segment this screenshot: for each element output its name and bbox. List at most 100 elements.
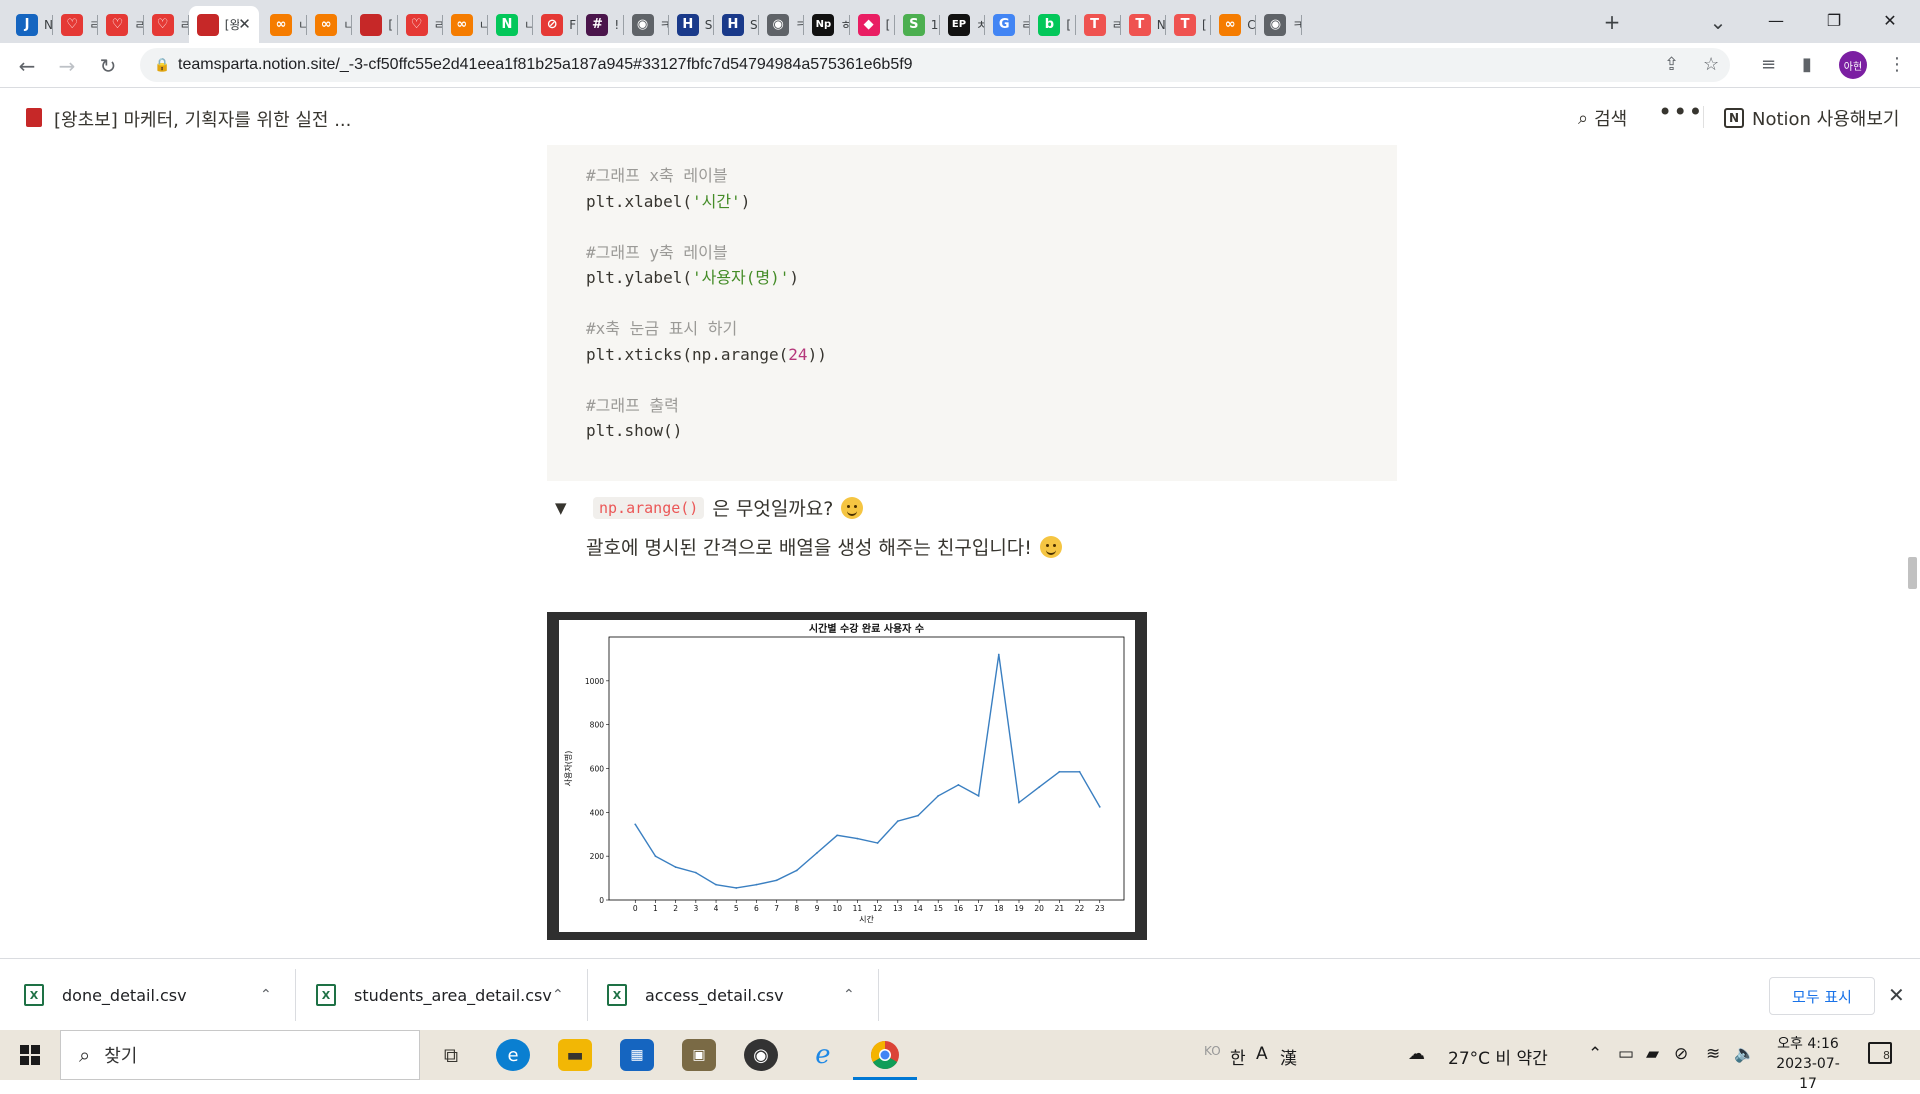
browser-tab[interactable]: TN bbox=[1121, 6, 1166, 43]
data-point bbox=[836, 834, 839, 837]
browser-tab[interactable]: ∞ ㄴ bbox=[443, 6, 488, 43]
browser-tab[interactable]: HS bbox=[714, 6, 760, 43]
download-item[interactable]: Xstudents_area_detail.csv ⌃ bbox=[316, 959, 586, 1031]
code-comment: #그래프 출력 bbox=[586, 395, 679, 415]
close-tab-icon[interactable]: ✕ bbox=[238, 15, 251, 33]
browser-menu-icon[interactable]: ⋮ bbox=[1888, 54, 1906, 75]
chrome-icon[interactable] bbox=[853, 1039, 917, 1080]
t-circle-icon: T bbox=[1128, 13, 1151, 36]
browser-tab[interactable]: ∞ ㄴ bbox=[262, 6, 308, 43]
browser-tab[interactable]: HS bbox=[669, 6, 714, 43]
minimize-window-icon[interactable]: — bbox=[1748, 0, 1804, 40]
sync-icon[interactable]: ⊘ bbox=[1674, 1044, 1688, 1064]
internet-explorer-icon[interactable]: ℯ bbox=[806, 1039, 840, 1071]
ime-lang[interactable]: KO bbox=[1204, 1044, 1221, 1058]
tab-search-chevron-icon[interactable]: ⌄ bbox=[1704, 8, 1732, 36]
browser-tab[interactable]: EP ㅊ bbox=[940, 6, 986, 43]
browser-tab[interactable]: ⊘ F bbox=[533, 6, 579, 43]
x-tick-label: 19 bbox=[1014, 904, 1024, 913]
excel-file-icon: X bbox=[316, 984, 336, 1006]
weather-icon[interactable]: ☁ bbox=[1408, 1044, 1425, 1064]
browser-tab[interactable]: ◉ ㅋ bbox=[759, 6, 805, 43]
excel-file-icon: X bbox=[607, 984, 627, 1006]
app-icon[interactable]: ▣ bbox=[682, 1039, 716, 1071]
reload-button[interactable]: ↻ bbox=[93, 51, 123, 81]
download-item[interactable]: Xdone_detail.csv ⌃ bbox=[24, 959, 294, 1031]
code-comment: #그래프 x축 레이블 bbox=[586, 166, 728, 185]
side-panel-icon[interactable]: ▮ bbox=[1802, 54, 1812, 75]
browser-tab[interactable]: ♡ ㄹ bbox=[98, 6, 144, 43]
download-item[interactable]: Xaccess_detail.csv ⌃ bbox=[607, 959, 877, 1031]
show-all-downloads-button[interactable]: 모두 표시 bbox=[1769, 977, 1875, 1015]
system-clock[interactable]: 오후 4:16 2023-07-17 bbox=[1768, 1034, 1848, 1094]
task-view-icon[interactable]: ⧉ bbox=[434, 1039, 468, 1071]
browser-tab[interactable]: Nㄴ bbox=[488, 6, 534, 43]
chart-background bbox=[559, 620, 1135, 932]
notification-center-icon[interactable]: 8 bbox=[1868, 1042, 1892, 1064]
edge-icon[interactable]: e bbox=[496, 1039, 530, 1071]
taskbar-search-box[interactable]: ⌕ 찾기 bbox=[60, 1030, 420, 1080]
notion-book-icon bbox=[196, 13, 219, 36]
browser-tab[interactable]: S1 bbox=[895, 6, 940, 43]
page-breadcrumb[interactable]: [왕초보] 마케터, 기획자를 위한 실전 ... bbox=[54, 106, 351, 132]
chevron-up-icon[interactable]: ⌃ bbox=[843, 987, 855, 1003]
code-block[interactable]: #그래프 x축 레이블 plt.xlabel('시간') #그래프 y축 레이블 pl… bbox=[547, 145, 1397, 481]
code-string: '사용자(명)' bbox=[691, 268, 790, 287]
try-notion-button[interactable]: N Notion 사용해보기 bbox=[1724, 105, 1899, 131]
store-icon[interactable]: ▦ bbox=[620, 1039, 654, 1071]
data-point bbox=[856, 837, 859, 840]
browser-tab[interactable]: Gㄹ bbox=[985, 6, 1031, 43]
infinity-icon: ∞ bbox=[1219, 13, 1242, 36]
blog-icon: b bbox=[1038, 13, 1061, 36]
browser-tab[interactable]: JN bbox=[8, 6, 54, 43]
search-button[interactable]: ⌕ 검색 bbox=[1578, 105, 1627, 131]
browser-tab[interactable]: ∞ C bbox=[1211, 6, 1257, 43]
browser-tab[interactable]: [ bbox=[352, 6, 398, 43]
browser-tab[interactable]: ◉ ㅋ bbox=[1256, 6, 1302, 43]
ime-hanja[interactable]: 漢 bbox=[1280, 1044, 1297, 1069]
toggle-triangle-icon[interactable]: ▼ bbox=[555, 499, 583, 517]
browser-tab[interactable]: Tㄹ bbox=[1076, 6, 1121, 43]
browser-tab[interactable]: ∞ ㄴ bbox=[307, 6, 353, 43]
close-downloads-icon[interactable]: ✕ bbox=[1888, 983, 1905, 1007]
restore-window-icon[interactable]: ❐ bbox=[1806, 0, 1862, 40]
battery-icon[interactable]: ▰ bbox=[1646, 1044, 1659, 1064]
new-tab-icon[interactable]: + bbox=[1598, 8, 1626, 36]
weather-text[interactable]: 27°C 비 약간 bbox=[1448, 1044, 1548, 1069]
reading-list-icon[interactable]: ≡ bbox=[1761, 54, 1776, 75]
back-button[interactable]: ← bbox=[12, 51, 42, 81]
browser-tab[interactable]: Np ㅎ bbox=[804, 6, 850, 43]
browser-tab[interactable]: [왕 ✕ bbox=[188, 6, 259, 43]
volume-icon[interactable]: 🔈 bbox=[1734, 1044, 1755, 1064]
file-explorer-icon[interactable]: ▬ bbox=[558, 1039, 592, 1071]
chevron-up-icon[interactable]: ⌃ bbox=[1588, 1044, 1602, 1064]
chevron-up-icon[interactable]: ⌃ bbox=[552, 987, 564, 1003]
browser-tab[interactable]: ◆[ bbox=[850, 6, 895, 43]
ime-a[interactable]: A bbox=[1256, 1044, 1268, 1064]
browser-tab[interactable]: T[ bbox=[1166, 6, 1212, 43]
browser-tab[interactable]: ♡ ㄹ bbox=[398, 6, 443, 43]
page-scrollbar[interactable] bbox=[1908, 557, 1917, 589]
browser-tab[interactable]: ◉ ㅋ bbox=[624, 6, 669, 43]
ime-hangul[interactable]: 한 bbox=[1230, 1044, 1246, 1069]
chevron-up-icon[interactable]: ⌃ bbox=[260, 987, 272, 1003]
windows-start-icon[interactable] bbox=[20, 1045, 40, 1065]
browser-tab[interactable]: ♡ ㄹ bbox=[144, 6, 189, 43]
share-icon[interactable]: ⇪ bbox=[1664, 54, 1679, 75]
x-tick-label: 20 bbox=[1034, 904, 1044, 913]
infinity-icon: ∞ bbox=[450, 13, 473, 36]
bookmark-star-icon[interactable]: ☆ bbox=[1703, 54, 1719, 75]
browser-tab[interactable]: #! bbox=[578, 6, 624, 43]
more-options-button[interactable]: ••• bbox=[1658, 98, 1703, 126]
forward-button[interactable]: → bbox=[52, 51, 82, 81]
wifi-icon[interactable]: ≋ bbox=[1706, 1044, 1720, 1064]
device-icon[interactable]: ▭ bbox=[1618, 1044, 1634, 1064]
url-bar[interactable]: 🔒 teamsparta.notion.site/_-3-cf50ffc55e2… bbox=[140, 48, 1730, 82]
browser-tab[interactable]: ♡ ㄹ bbox=[53, 6, 99, 43]
answer-text: 괄호에 명시된 간격으로 배열을 생성 해주는 친구입니다! bbox=[586, 537, 1032, 559]
browser-tab[interactable]: b[ bbox=[1030, 6, 1076, 43]
close-window-icon[interactable]: ✕ bbox=[1862, 0, 1918, 40]
globe-app-icon[interactable]: ◉ bbox=[744, 1039, 778, 1071]
toggle-block[interactable]: ▼ np.arange() 은 무엇일까요? bbox=[555, 494, 864, 521]
profile-avatar[interactable]: 아현 bbox=[1839, 51, 1867, 79]
